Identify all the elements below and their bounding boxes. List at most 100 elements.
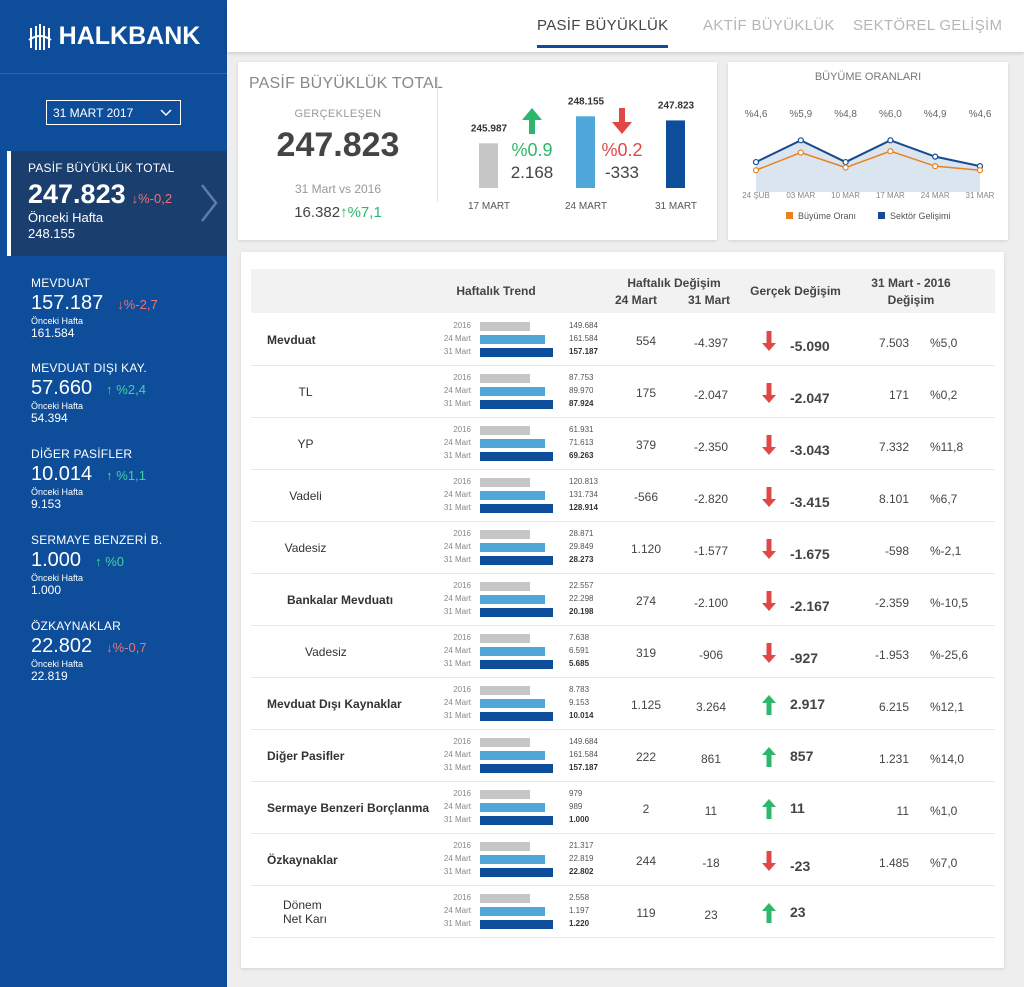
sidebar-item-title: DİĞER PASİFLER xyxy=(31,447,133,461)
real-change: 23 xyxy=(790,904,806,920)
weekly-change-31: -2.047 xyxy=(693,388,729,402)
trend-value: 10.014 xyxy=(569,711,594,720)
tab-aktif-buyukluk[interactable]: AKTİF BÜYÜKLÜK xyxy=(703,17,835,34)
trend-label: 24 Mart xyxy=(443,750,471,759)
halkbank-logo-icon xyxy=(28,23,52,50)
chart-x-tick: 17 MAR xyxy=(876,191,905,200)
trend-value: 61.931 xyxy=(569,425,594,434)
weekly-change-24: 175 xyxy=(635,386,657,400)
trend-label: 2016 xyxy=(453,737,471,746)
tab-sektorel-gelisim[interactable]: SEKTÖREL GELİŞİM xyxy=(853,17,1002,34)
arrow-down-icon xyxy=(761,486,777,513)
chart-x-tick: 24 MAR xyxy=(921,191,950,200)
total-diff-value: 16.382 xyxy=(294,204,341,221)
sidebar-item-change: ↓%-2,7 xyxy=(117,297,157,312)
chart-point xyxy=(976,167,984,174)
chart-top-label: %4,6 xyxy=(969,109,992,120)
ytd-change-pct: %14,0 xyxy=(930,752,965,766)
trend-label: 31 Mart xyxy=(443,347,471,356)
arrow-up-icon xyxy=(761,746,777,773)
trend-value: 161.584 xyxy=(569,334,598,343)
real-change: -3.043 xyxy=(790,442,830,458)
legend-label: Sektör Gelişimi xyxy=(890,211,951,221)
arrow-down-icon xyxy=(761,850,777,877)
chart-top-label: %4,6 xyxy=(745,109,768,120)
arrow-down-icon xyxy=(761,590,777,617)
weekly-change-24: 222 xyxy=(635,750,657,764)
arrow-down-icon xyxy=(612,108,632,134)
ytd-change: 6.215 xyxy=(878,700,909,714)
date-select[interactable]: 31 MART 2017 xyxy=(46,100,181,125)
trend-value: 157.187 xyxy=(569,763,598,772)
sidebar-item[interactable]: MEVDUAT DIŞI KAY. 57.660 ↑ %2,4 Önceki Haft… xyxy=(31,361,221,425)
trend-bar xyxy=(480,491,545,500)
table-row[interactable]: Vadeli 2016 120.813 24 Mart 131.734 31 Mart 12… xyxy=(251,470,995,522)
ytd-change-pct: %11,8 xyxy=(930,440,964,454)
arrow-up-icon xyxy=(761,798,777,825)
table-row[interactable]: Vadesiz 2016 28.871 24 Mart 29.849 31 Mart 28.… xyxy=(251,522,995,574)
real-change: -23 xyxy=(790,858,811,874)
sidebar-item-prev: 54.394 xyxy=(31,411,68,425)
tab-pasif-buyukluk[interactable]: PASİF BÜYÜKLÜK xyxy=(537,17,669,48)
real-change: -3.415 xyxy=(790,494,830,510)
total-compare: 31 Mart vs 2016 xyxy=(294,182,382,196)
trend-bar xyxy=(480,348,553,357)
sidebar-item-prev: 1.000 xyxy=(31,583,62,597)
sidebar-item-prev-label: Önceki Hafta xyxy=(31,401,84,411)
table-row[interactable]: TL 2016 87.753 24 Mart 89.970 31 Mart 87.924 17… xyxy=(251,366,995,418)
table-row[interactable]: Sermaye Benzeri Borçlanma 2016 979 24 Mart 9… xyxy=(251,782,995,834)
trend-value: 989 xyxy=(569,802,583,811)
trend-value: 87.924 xyxy=(569,399,594,408)
ytd-change-pct: %0,2 xyxy=(930,388,958,402)
trend-label: 24 Mart xyxy=(443,542,471,551)
row-label: Diğer Pasifler xyxy=(267,749,345,763)
date-select-value: 31 MART 2017 xyxy=(53,105,134,120)
table-row[interactable]: Mevduat 2016 149.684 24 Mart 161.584 31 Mart 1… xyxy=(251,314,995,366)
total-diff: 16.382↑%7,1 xyxy=(238,204,438,221)
table-row[interactable]: Özkaynaklar 2016 21.317 24 Mart 22.819 31 Mar… xyxy=(251,834,995,886)
sidebar-item[interactable]: ÖZKAYNAKLAR 22.802 ↓%-0,7 Önceki Hafta 22.81… xyxy=(31,619,221,683)
legend-swatch xyxy=(878,212,885,219)
trend-label: 31 Mart xyxy=(443,399,471,408)
sidebar-item-title: ÖZKAYNAKLAR xyxy=(31,619,122,633)
weekly-change-abs: 2.168 xyxy=(511,163,554,182)
chart-point xyxy=(752,158,760,166)
table-row[interactable]: Dönem Net Karı 2016 2.558 24 Mart 1.197 31 Ma… xyxy=(251,886,995,938)
sidebar: HALKBANK 31 MART 2017 PASİF BÜYÜKLÜK TOT… xyxy=(0,0,227,987)
trend-value: 979 xyxy=(569,789,583,798)
arrow-down-icon xyxy=(761,538,777,565)
table-row[interactable]: YP 2016 61.931 24 Mart 71.613 31 Mart 69.263 37… xyxy=(251,418,995,470)
weekly-change-24: 1.120 xyxy=(630,542,662,556)
table-row[interactable]: Diğer Pasifler 2016 149.684 24 Mart 161.584 3… xyxy=(251,730,995,782)
header-ytd: 31 Mart - 2016 xyxy=(871,276,951,290)
trend-bar xyxy=(480,738,530,747)
arrow-up-icon xyxy=(761,694,777,721)
sidebar-item-pasif-total[interactable]: PASİF BÜYÜKLÜK TOTAL 247.823 ↓%-0,2 Önce… xyxy=(7,151,227,256)
weekly-change-31: -906 xyxy=(698,648,724,662)
chart-top-label: %4,8 xyxy=(834,109,857,120)
trend-value: 1.197 xyxy=(569,906,590,915)
ytd-change: 7.332 xyxy=(878,440,909,454)
sidebar-item[interactable]: SERMAYE BENZERİ B. 1.000 ↑ %0 Önceki Hafta 1… xyxy=(31,533,221,597)
sidebar-item[interactable]: MEVDUAT 157.187 ↓%-2,7 Önceki Hafta 161.584 xyxy=(31,276,221,340)
table-row[interactable]: Mevduat Dışı Kaynaklar 2016 8.783 24 Mart 9.… xyxy=(251,678,995,730)
weekly-change-24: 119 xyxy=(636,906,656,920)
trend-bar xyxy=(480,335,545,344)
arrow-up-icon xyxy=(522,108,542,134)
legend-label: Büyüme Oranı xyxy=(798,211,856,221)
row-label: Mevduat Dışı Kaynaklar xyxy=(267,697,402,711)
chart-top-label: %4,9 xyxy=(924,109,947,120)
trend-value: 22.298 xyxy=(569,594,594,603)
trend-value: 22.557 xyxy=(569,581,594,590)
trend-value: 149.684 xyxy=(569,321,598,330)
trend-value: 28.273 xyxy=(569,555,594,564)
table-row[interactable]: Bankalar Mevduatı 2016 22.557 24 Mart 22.298… xyxy=(251,574,995,626)
trend-value: 89.970 xyxy=(569,386,594,395)
logo[interactable]: HALKBANK xyxy=(0,0,227,74)
sidebar-item-prev: 9.153 xyxy=(31,497,62,511)
chart-point xyxy=(752,167,760,174)
table-row[interactable]: Vadesiz 2016 7.638 24 Mart 6.591 31 Mart 5.685… xyxy=(251,626,995,678)
change-value: %-2,7 xyxy=(123,297,158,312)
sidebar-item[interactable]: DİĞER PASİFLER 10.014 ↑ %1,1 Önceki Hafta 9.… xyxy=(31,447,221,511)
sidebar-item-prev-label: Önceki Hafta xyxy=(31,487,84,497)
